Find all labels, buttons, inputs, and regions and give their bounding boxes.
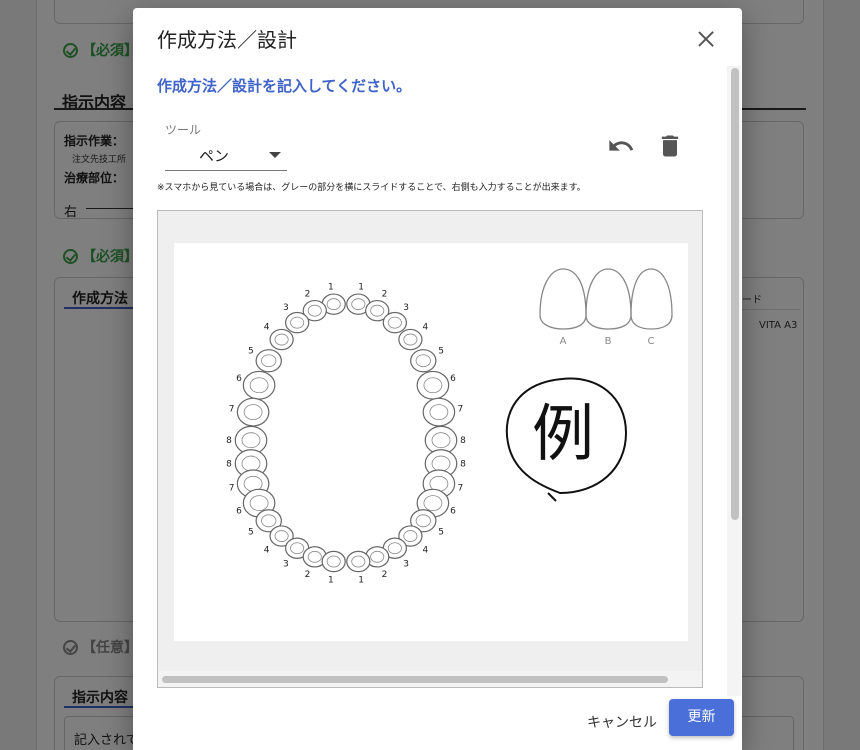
undo-icon (609, 140, 634, 151)
lower-number-left-7: 7 (458, 484, 464, 494)
upper-number-left-2: 2 (382, 290, 388, 300)
dialog-scrollbar-thumb[interactable] (731, 68, 739, 520)
shade-tooth-c (630, 268, 673, 330)
lower-number-right-1: 1 (328, 575, 334, 585)
shade-letter-b: B (605, 336, 612, 347)
dental-chart-diagram[interactable]: 11223344556677888877665544332211 A B C 例 (174, 243, 688, 641)
upper-number-left-8: 8 (460, 436, 466, 446)
upper-tooth-left-3 (382, 311, 407, 334)
teeth-group (234, 293, 458, 573)
upper-number-right-2: 2 (305, 290, 311, 300)
upper-tooth-left-5 (410, 349, 437, 373)
drawing-canvas[interactable]: 11223344556677888877665544332211 A B C 例 (174, 243, 688, 641)
upper-tooth-right-6 (242, 370, 276, 400)
lower-number-right-3: 3 (283, 560, 289, 570)
close-icon[interactable] (693, 26, 719, 52)
example-character: 例 (532, 397, 594, 470)
clear-button[interactable] (656, 132, 684, 160)
lower-number-left-6: 6 (450, 506, 456, 516)
upper-number-right-1: 1 (328, 282, 334, 292)
lower-number-left-2: 2 (382, 570, 388, 580)
lower-number-right-2: 2 (305, 570, 311, 580)
lower-number-left-4: 4 (422, 545, 428, 555)
lower-number-right-6: 6 (236, 506, 242, 516)
shade-letter-a: A (560, 336, 567, 347)
canvas-hscrollbar-thumb[interactable] (162, 676, 668, 683)
shade-guide (539, 268, 673, 330)
upper-number-left-6: 6 (450, 374, 456, 384)
upper-tooth-right-3 (285, 311, 310, 334)
upper-tooth-right-5 (255, 349, 282, 373)
upper-number-left-1: 1 (358, 282, 364, 292)
lower-number-right-8: 8 (226, 460, 232, 470)
lower-number-left-5: 5 (438, 527, 444, 537)
shade-tooth-a (539, 268, 587, 330)
upper-number-right-7: 7 (229, 404, 235, 414)
update-button[interactable]: 更新 (669, 699, 734, 736)
upper-number-left-5: 5 (438, 346, 444, 356)
upper-number-right-3: 3 (283, 303, 289, 313)
lower-number-left-8: 8 (460, 460, 466, 470)
lower-number-right-5: 5 (248, 527, 254, 537)
tool-label: ツール (165, 123, 202, 137)
upper-tooth-right-4 (269, 328, 294, 351)
trash-icon (661, 135, 679, 157)
upper-tooth-left-7 (422, 397, 456, 427)
lower-number-left-3: 3 (403, 560, 409, 570)
upper-number-right-5: 5 (248, 346, 254, 356)
lower-tooth-left-1 (346, 550, 371, 573)
cancel-button[interactable]: キャンセル (581, 708, 663, 738)
upper-number-right-8: 8 (226, 436, 232, 446)
lower-number-right-4: 4 (264, 545, 270, 555)
lower-number-left-1: 1 (358, 575, 364, 585)
upper-number-left-7: 7 (458, 404, 464, 414)
design-dialog: 作成方法／設計 作成方法／設計を記入してください。 ツール ペン ※スマホから見… (133, 8, 742, 750)
shade-tooth-b (585, 268, 632, 330)
mobile-note: ※スマホから見ている場合は、グレーの部分を横にスライドすることで、右側も入力する… (157, 183, 586, 193)
upper-number-left-3: 3 (403, 303, 409, 313)
upper-tooth-left-6 (416, 370, 450, 400)
dialog-instruction: 作成方法／設計を記入してください。 (157, 77, 412, 95)
lower-number-right-7: 7 (229, 484, 235, 494)
lower-tooth-right-1 (321, 550, 346, 573)
undo-button[interactable] (607, 132, 635, 160)
tool-select[interactable]: ペン (165, 139, 287, 171)
caret-down-icon (269, 152, 281, 158)
upper-tooth-left-4 (398, 328, 423, 351)
upper-number-right-6: 6 (236, 374, 242, 384)
shade-letter-c: C (648, 336, 655, 347)
tool-selected-value: ペン (199, 147, 230, 165)
dialog-title: 作成方法／設計 (157, 28, 297, 52)
upper-number-right-4: 4 (264, 322, 270, 332)
drawing-canvas-frame[interactable]: 11223344556677888877665544332211 A B C 例 (157, 210, 703, 688)
upper-tooth-right-7 (236, 397, 270, 427)
upper-number-left-4: 4 (422, 322, 428, 332)
